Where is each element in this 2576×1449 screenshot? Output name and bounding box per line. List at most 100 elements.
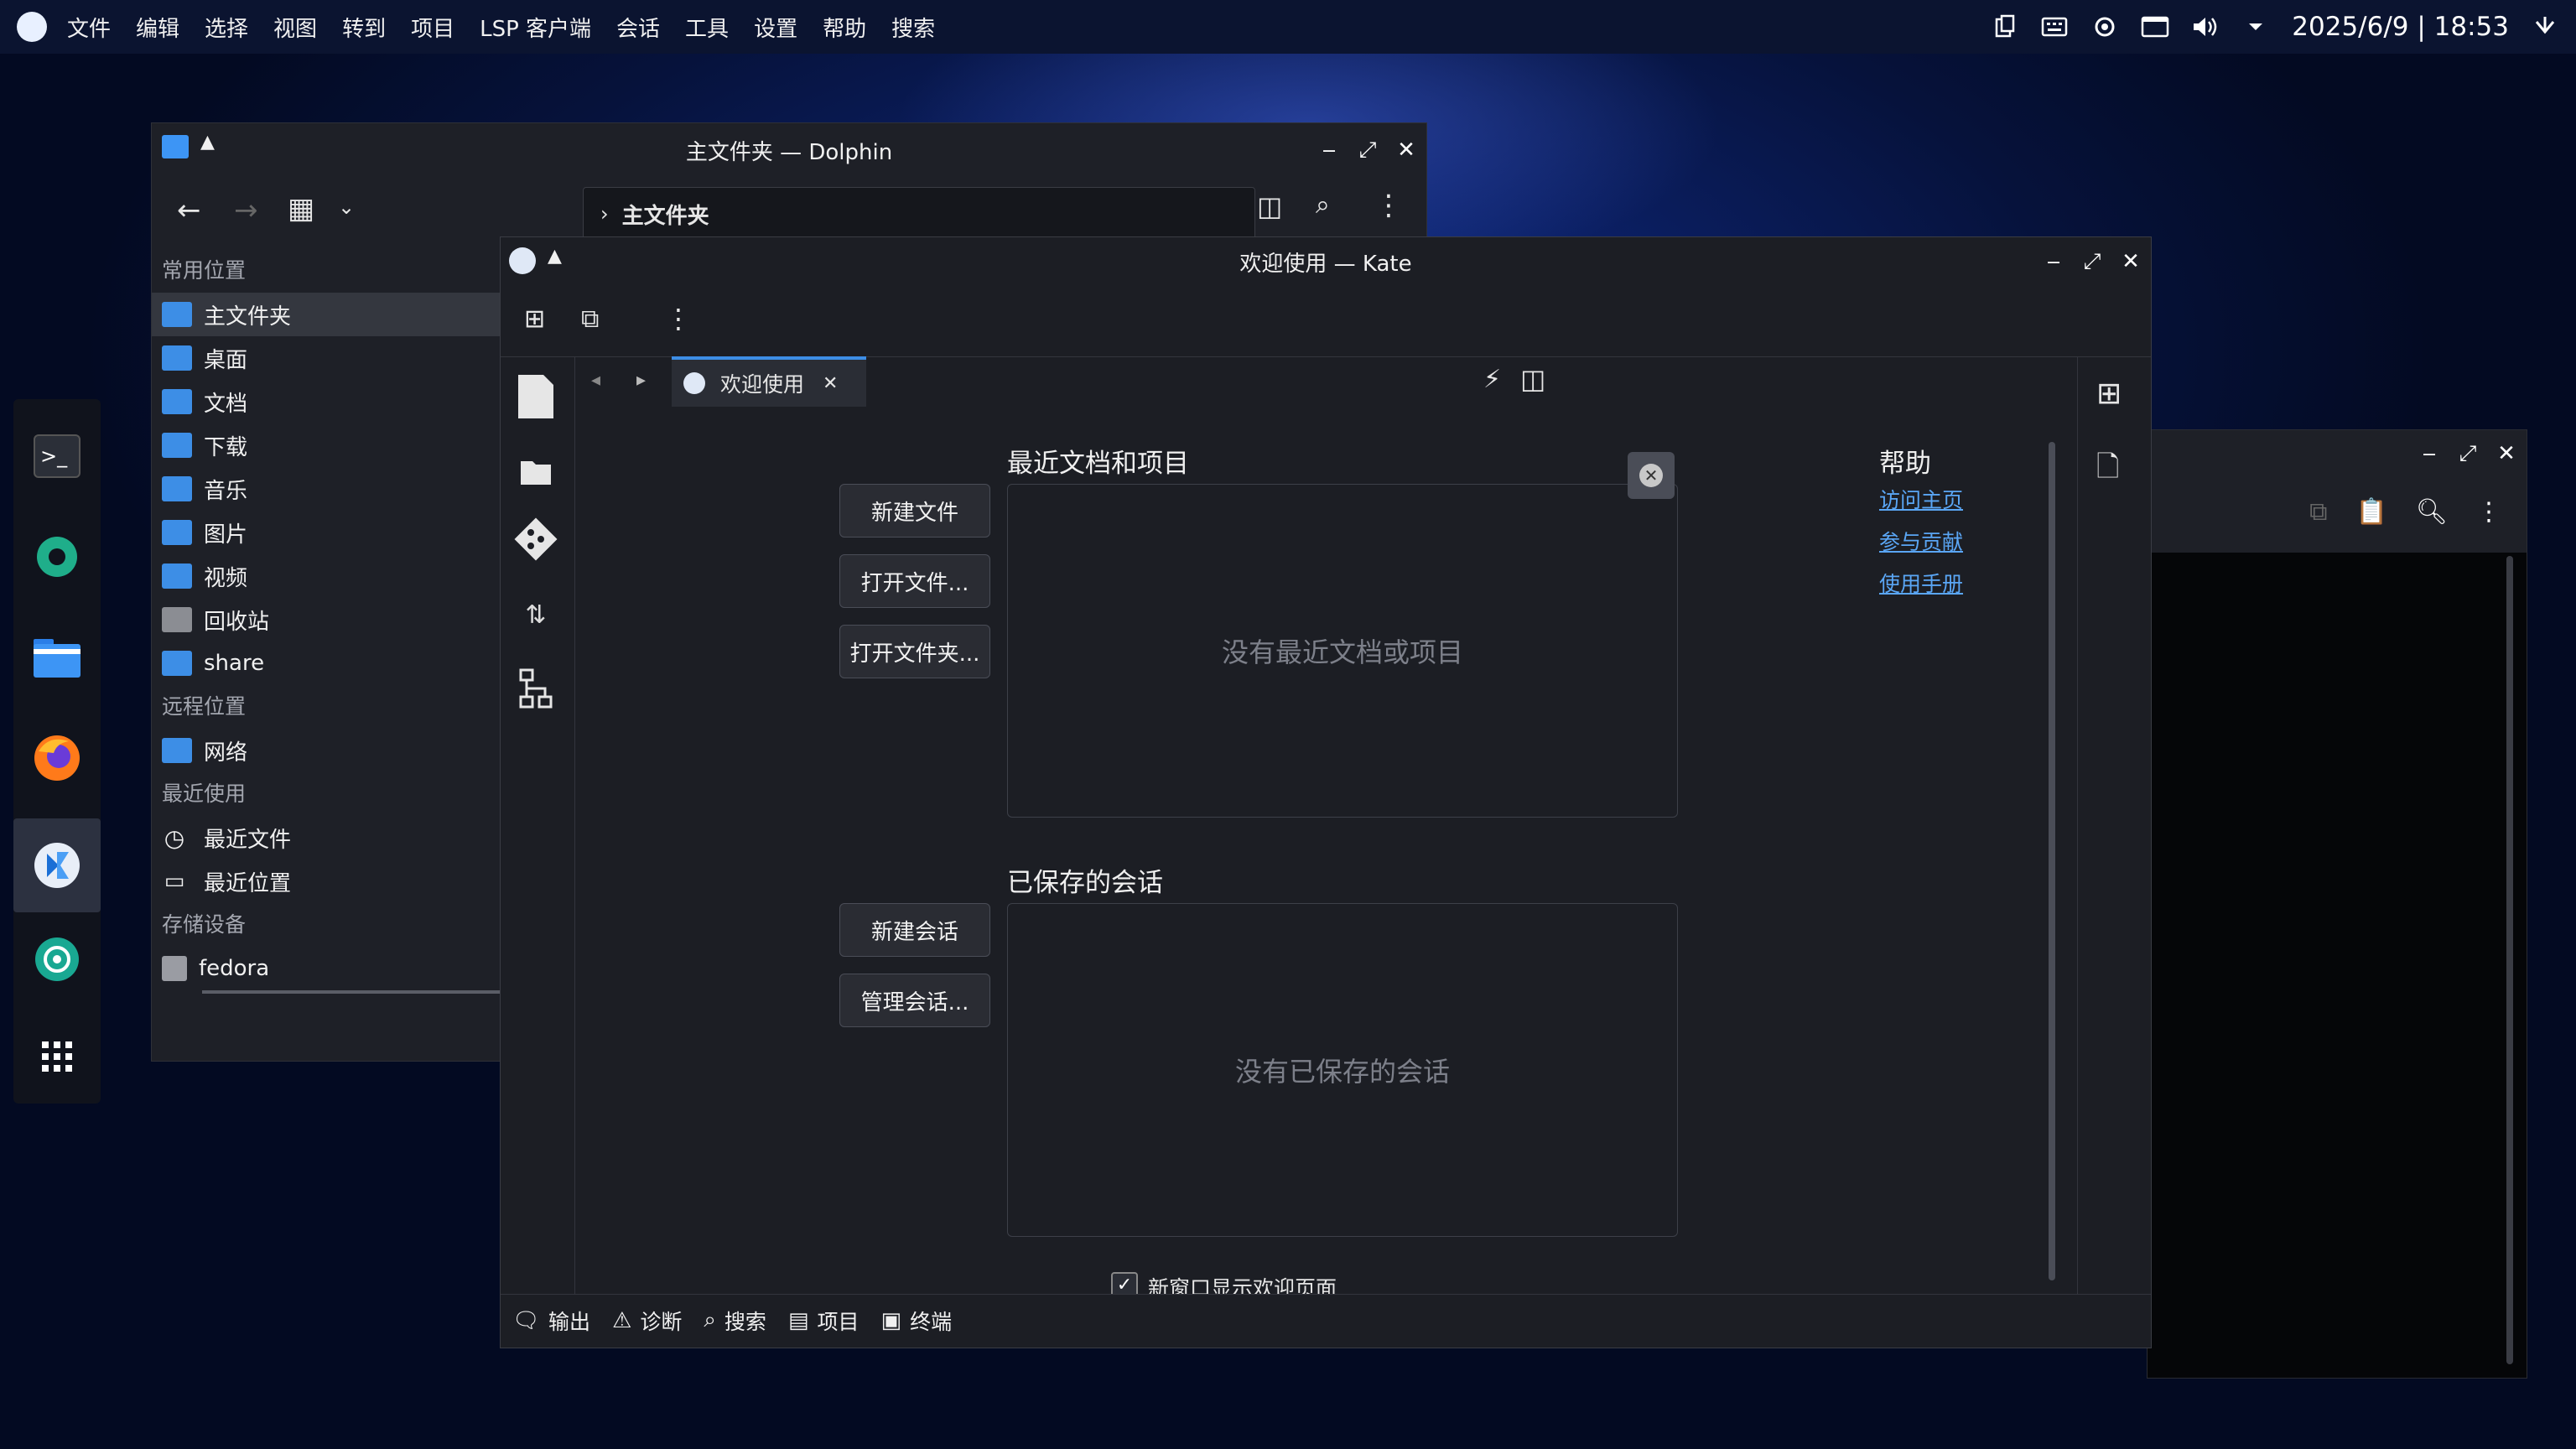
folder-icon[interactable] <box>512 449 559 496</box>
place-share[interactable]: share <box>152 641 504 685</box>
tab-prev-icon[interactable]: ◂ <box>591 370 600 391</box>
search-icon[interactable]: 🔍︎ <box>2416 497 2448 527</box>
volume-icon[interactable] <box>2191 13 2220 41</box>
manage-sessions-button[interactable]: 管理会话... <box>839 974 990 1027</box>
back-button[interactable]: ← <box>177 194 201 227</box>
menu-view[interactable]: 视图 <box>273 12 317 43</box>
menu-goto[interactable]: 转到 <box>342 12 386 43</box>
tab-next-icon[interactable]: ▸ <box>636 370 646 391</box>
more-icon[interactable]: ⋮ <box>665 303 692 335</box>
git-icon[interactable] <box>512 516 559 563</box>
place-trash[interactable]: 回收站 <box>152 598 504 641</box>
recent-locations[interactable]: ▭ 最近位置 <box>152 860 504 903</box>
show-welcome-checkbox[interactable]: ✓ <box>1111 1272 1138 1294</box>
split-view-icon[interactable]: ◫ <box>1520 363 1545 395</box>
place-downloads[interactable]: 下载 <box>152 423 504 467</box>
firefox-icon[interactable] <box>27 728 87 788</box>
place-pictures[interactable]: 图片 <box>152 511 504 554</box>
keep-above-icon[interactable]: ▲ <box>548 246 562 267</box>
output-tab[interactable]: 🗨︎ 输出 <box>512 1306 590 1336</box>
display-icon[interactable] <box>2141 13 2169 41</box>
camera-icon[interactable] <box>27 929 87 989</box>
menu-help[interactable]: 帮助 <box>823 12 866 43</box>
handbook-link[interactable]: 使用手册 <box>1879 568 1963 610</box>
settings-icon[interactable] <box>27 527 87 587</box>
keyboard-icon[interactable] <box>2040 13 2069 41</box>
menu-tools[interactable]: 工具 <box>685 12 729 43</box>
quick-open-icon[interactable]: ⚡ <box>1483 365 1501 394</box>
sessions-list[interactable]: 没有已保存的会话 <box>1007 903 1678 1237</box>
show-welcome-row[interactable]: ✓ 新窗口显示欢迎页面 <box>1111 1272 1337 1294</box>
terminal-tab[interactable]: ▣ 终端 <box>881 1306 953 1336</box>
menu-file[interactable]: 文件 <box>67 12 111 43</box>
contribute-link[interactable]: 参与贡献 <box>1879 526 1963 568</box>
breadcrumb-home[interactable]: 主文件夹 <box>622 199 709 230</box>
homepage-link[interactable]: 访问主页 <box>1879 484 1963 526</box>
recent-list[interactable]: 没有最近文档或项目 <box>1007 484 1678 818</box>
place-desktop[interactable]: 桌面 <box>152 336 504 380</box>
vertical-scrollbar[interactable] <box>2049 442 2055 1280</box>
place-network[interactable]: 网络 <box>152 729 504 772</box>
project-tree-icon[interactable] <box>512 665 559 712</box>
clipboard-icon[interactable] <box>1990 13 2018 41</box>
close-tab-icon[interactable]: ✕ <box>823 373 838 394</box>
documents-icon[interactable] <box>512 373 559 420</box>
project-tab[interactable]: ▤ 项目 <box>788 1306 860 1336</box>
maximize-button[interactable]: ⤢ <box>2082 249 2102 275</box>
tab-welcome[interactable]: 欢迎使用 ✕ <box>672 356 866 407</box>
close-button[interactable]: ✕ <box>2496 441 2516 466</box>
kate-icon[interactable] <box>13 818 101 912</box>
menu-edit[interactable]: 编辑 <box>136 12 179 43</box>
place-documents[interactable]: 文档 <box>152 380 504 423</box>
chevron-down-icon[interactable] <box>2241 13 2270 41</box>
close-button[interactable]: ✕ <box>1396 138 1416 163</box>
search-icon[interactable]: ⌕ <box>1316 190 1330 220</box>
place-home[interactable]: 主文件夹 <box>152 293 504 336</box>
document-preview-icon[interactable]: 🗋 <box>2096 447 2119 495</box>
open-file-button[interactable]: 打开文件... <box>839 554 990 608</box>
paste-icon[interactable]: 📋 <box>2356 497 2387 527</box>
menu-settings[interactable]: 设置 <box>754 12 797 43</box>
clear-recent-button[interactable]: ✕ <box>1628 452 1675 499</box>
close-button[interactable]: ✕ <box>2121 249 2141 274</box>
diagnostics-tab[interactable]: ⚠ 诊断 <box>612 1306 682 1336</box>
new-session-button[interactable]: 新建会话 <box>839 903 990 957</box>
open-file-icon[interactable]: ⧉ <box>581 304 599 334</box>
menu-select[interactable]: 选择 <box>205 12 248 43</box>
place-music[interactable]: 音乐 <box>152 467 504 511</box>
copy-icon[interactable]: ⧉ <box>2309 497 2327 527</box>
menu-project[interactable]: 项目 <box>411 12 454 43</box>
more-icon[interactable]: ⋮ <box>2476 497 2501 527</box>
app-grid-icon[interactable] <box>27 1026 87 1087</box>
clock[interactable]: 2025/6/9 | 18:53 <box>2292 12 2509 42</box>
dolphin-app-icon[interactable] <box>162 135 189 158</box>
maximize-button[interactable]: ⤢ <box>1358 138 1378 164</box>
place-videos[interactable]: 视频 <box>152 554 504 598</box>
new-file-icon[interactable]: ⊞ <box>524 304 545 334</box>
menu-lsp[interactable]: LSP 客户端 <box>480 12 591 43</box>
keep-above-icon[interactable]: ▲ <box>200 132 215 153</box>
menu-session[interactable]: 会话 <box>616 12 660 43</box>
brightness-icon[interactable] <box>2090 13 2119 41</box>
recent-files[interactable]: ◷ 最近文件 <box>152 816 504 860</box>
menu-search[interactable]: 搜索 <box>891 12 935 43</box>
minimize-button[interactable]: ‒ <box>2419 441 2439 466</box>
power-icon[interactable] <box>2531 13 2559 41</box>
open-folder-button[interactable]: 打开文件夹... <box>839 625 990 678</box>
minimize-button[interactable]: ‒ <box>2044 249 2064 274</box>
search-tab[interactable]: ⌕ 搜索 <box>704 1306 766 1336</box>
chevron-down-icon[interactable]: ⌄ <box>338 195 355 219</box>
device-fedora[interactable]: fedora <box>152 947 504 990</box>
maximize-button[interactable]: ⤢ <box>2458 441 2478 467</box>
minimize-button[interactable]: ‒ <box>1319 138 1339 163</box>
forward-button[interactable]: → <box>234 194 258 227</box>
terminal-scrollbar[interactable] <box>2506 556 2513 1364</box>
split-view-icon[interactable]: ◫ <box>1257 190 1282 222</box>
new-file-button[interactable]: 新建文件 <box>839 484 990 538</box>
menu-more-icon[interactable]: ⋮ <box>1374 189 1403 222</box>
symbols-icon[interactable]: ⇅ <box>512 591 559 638</box>
view-mode-icon[interactable]: ▦ <box>288 192 314 226</box>
new-document-icon[interactable]: ⊞ <box>2096 377 2122 411</box>
location-bar[interactable]: › 主文件夹 <box>583 187 1255 241</box>
terminal-icon[interactable]: >_ <box>27 426 87 486</box>
